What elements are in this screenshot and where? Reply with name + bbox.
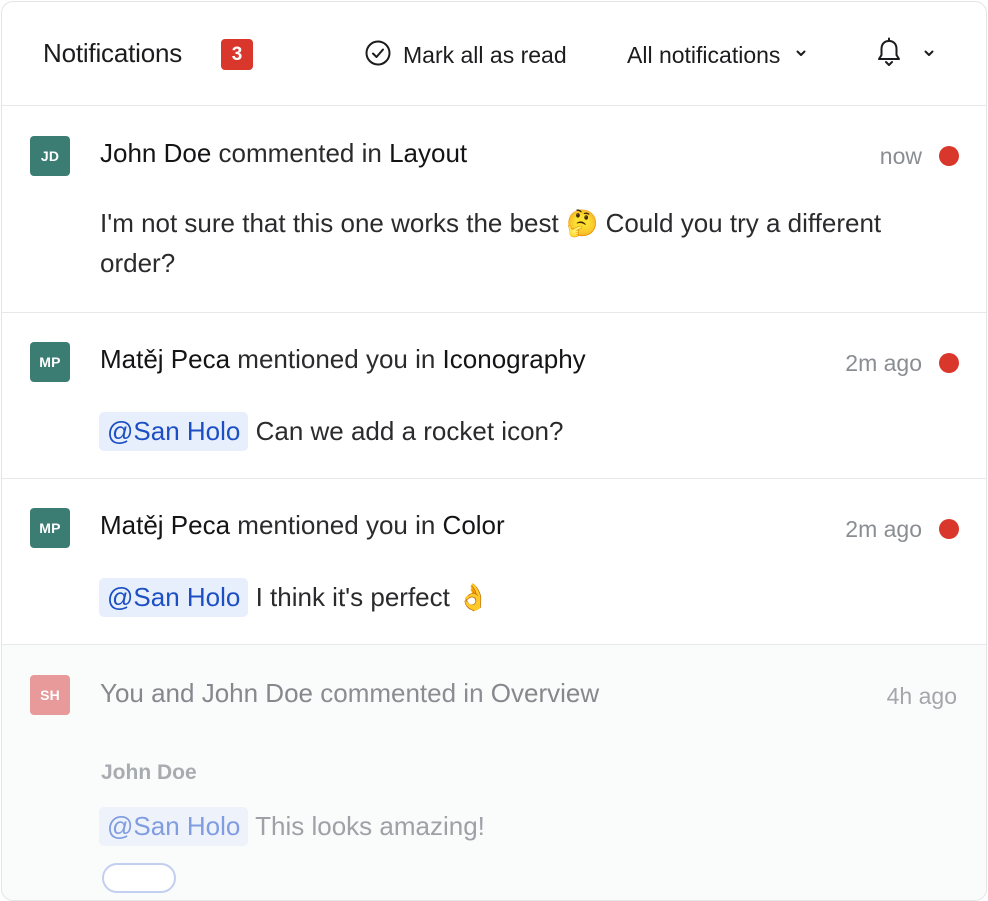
notification-filter-dropdown[interactable]: All notifications (627, 40, 808, 70)
notification-headline: Matěj Peca mentioned you in Color (100, 510, 505, 541)
chevron-down-icon (794, 46, 808, 65)
target-name: Layout (389, 138, 468, 168)
notification-headline: You and John Doe commented in Overview (100, 678, 599, 709)
unread-dot (939, 353, 959, 373)
timestamp: 2m ago (845, 516, 922, 542)
notification-headline: Matěj Peca mentioned you in Iconography (100, 344, 586, 375)
chevron-down-icon (922, 46, 936, 65)
action-text: mentioned you in (230, 510, 443, 540)
mention-tag[interactable]: @San Holo (99, 578, 249, 617)
avatar: MP (30, 342, 70, 382)
comment-text: I think it's perfect 👌 (255, 582, 490, 612)
target-name: Color (442, 510, 505, 540)
notification-item[interactable]: MP Matěj Peca mentioned you in Color 2m … (2, 479, 986, 645)
notification-item[interactable]: SH You and John Doe commented in Overvie… (2, 645, 986, 900)
actor-name: Matěj Peca (100, 510, 231, 540)
notification-settings-button[interactable] (874, 37, 936, 74)
comment-text: Can we add a rocket icon? (255, 416, 564, 446)
actor-name: Matěj Peca (100, 344, 231, 374)
mark-all-read-label: Mark all as read (403, 41, 567, 68)
reply-button[interactable] (102, 863, 176, 893)
avatar: MP (30, 508, 70, 548)
action-text: commented in (211, 138, 390, 168)
mark-all-read-button[interactable]: Mark all as read (364, 40, 567, 70)
comment-body: @San Holo Can we add a rocket icon? (99, 411, 920, 451)
avatar: JD (30, 136, 70, 176)
action-text: mentioned you in (230, 344, 443, 374)
check-circle-icon (364, 39, 392, 72)
bell-icon (874, 37, 904, 74)
mention-tag[interactable]: @San Holo (99, 412, 249, 451)
unread-dot (939, 146, 959, 166)
avatar: SH (30, 675, 70, 715)
target-name: Iconography (442, 344, 586, 374)
comment-body: @San Holo This looks amazing! (99, 806, 920, 846)
notifications-header: Notifications 3 Mark all as read All not… (2, 2, 986, 106)
notification-item[interactable]: JD John Doe commented in Layout now I'm … (2, 106, 986, 313)
reply-author: John Doe (101, 761, 197, 784)
panel-title: Notifications (43, 38, 183, 68)
comment-body: @San Holo I think it's perfect 👌 (99, 577, 920, 617)
actor-name: John Doe (100, 138, 212, 168)
notification-headline: John Doe commented in Layout (100, 138, 467, 169)
comment-text: I'm not sure that this one works the bes… (100, 208, 882, 278)
notifications-panel: Notifications 3 Mark all as read All not… (1, 1, 987, 901)
unread-count-badge: 3 (221, 39, 253, 70)
filter-selected-label: All notifications (627, 41, 781, 68)
timestamp: 2m ago (845, 350, 922, 376)
timestamp: now (879, 143, 922, 169)
actor-name: You and John Doe (100, 678, 314, 708)
action-text: commented in (313, 678, 491, 708)
timestamp: 4h ago (886, 683, 957, 709)
comment-text: This looks amazing! (255, 811, 485, 841)
mention-tag[interactable]: @San Holo (99, 807, 249, 846)
notification-item[interactable]: MP Matěj Peca mentioned you in Iconograp… (2, 313, 986, 479)
target-name: Overview (490, 678, 600, 708)
unread-dot (939, 519, 959, 539)
